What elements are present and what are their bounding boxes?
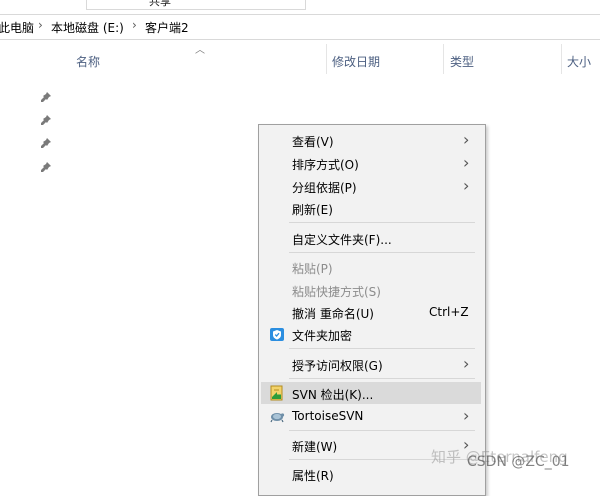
menu-item-view[interactable]: 查看(V) › <box>259 129 485 151</box>
menu-item-sort-by[interactable]: 排序方式(O) › <box>259 152 485 174</box>
column-divider[interactable] <box>561 44 562 74</box>
menu-item-tortoise-svn[interactable]: TortoiseSVN › <box>259 405 485 427</box>
submenu-arrow-icon: › <box>463 153 470 172</box>
ribbon-tab-share[interactable]: 共享 <box>86 0 306 10</box>
svn-checkout-icon <box>269 385 285 401</box>
address-bar[interactable]: 此电脑 › 本地磁盘 (E:) › 客户端2 <box>0 14 600 40</box>
submenu-arrow-icon: › <box>463 176 470 195</box>
menu-item-customize-folder[interactable]: 自定义文件夹(F)... <box>259 227 485 249</box>
menu-separator <box>289 222 475 223</box>
pin-icon <box>40 137 52 149</box>
menu-separator <box>289 348 475 349</box>
submenu-arrow-icon: › <box>463 130 470 149</box>
column-header-name[interactable]: 名称 <box>76 53 100 70</box>
pin-icon <box>40 91 52 103</box>
menu-separator <box>289 378 475 379</box>
menu-separator <box>289 430 475 431</box>
column-header-date[interactable]: 修改日期 <box>332 53 380 70</box>
column-header-size[interactable]: 大小 <box>567 53 591 70</box>
menu-separator <box>289 252 475 253</box>
ribbon: 共享 <box>0 0 600 10</box>
chevron-right-icon[interactable]: › <box>132 18 137 32</box>
menu-item-group-by[interactable]: 分组依据(P) › <box>259 175 485 197</box>
menu-item-folder-encrypt[interactable]: 文件夹加密 <box>259 323 485 345</box>
submenu-arrow-icon: › <box>463 406 470 425</box>
column-divider[interactable] <box>443 44 444 74</box>
shortcut-label: Ctrl+Z <box>429 305 469 319</box>
shield-folder-icon <box>269 326 285 342</box>
watermark-csdn: CSDN @ZC_01 <box>467 454 570 470</box>
menu-item-paste[interactable]: 粘贴(P) <box>259 256 485 278</box>
column-header-type[interactable]: 类型 <box>450 53 474 70</box>
ribbon-tab-label: 共享 <box>149 0 171 8</box>
menu-item-grant-access[interactable]: 授予访问权限(G) › <box>259 353 485 375</box>
pin-icon <box>40 161 52 173</box>
menu-item-undo-rename[interactable]: 撤消 重命名(U) Ctrl+Z <box>259 301 485 323</box>
breadcrumb-this-pc[interactable]: 此电脑 <box>0 19 34 36</box>
column-divider[interactable] <box>326 44 327 74</box>
menu-item-svn-checkout[interactable]: SVN 检出(K)... <box>261 382 481 404</box>
breadcrumb-folder[interactable]: 客户端2 <box>145 19 189 36</box>
pin-icon <box>40 114 52 126</box>
chevron-right-icon[interactable]: › <box>38 18 43 32</box>
menu-item-paste-shortcut[interactable]: 粘贴快捷方式(S) <box>259 279 485 301</box>
sort-ascending-icon: ︿ <box>195 45 205 56</box>
tortoise-svn-icon <box>269 408 285 424</box>
submenu-arrow-icon: › <box>463 354 470 373</box>
breadcrumb-local-disk[interactable]: 本地磁盘 (E:) <box>51 19 124 36</box>
context-menu: 查看(V) › 排序方式(O) › 分组依据(P) › 刷新(E) 自定义文件夹… <box>258 124 486 496</box>
menu-item-refresh[interactable]: 刷新(E) <box>259 197 485 219</box>
